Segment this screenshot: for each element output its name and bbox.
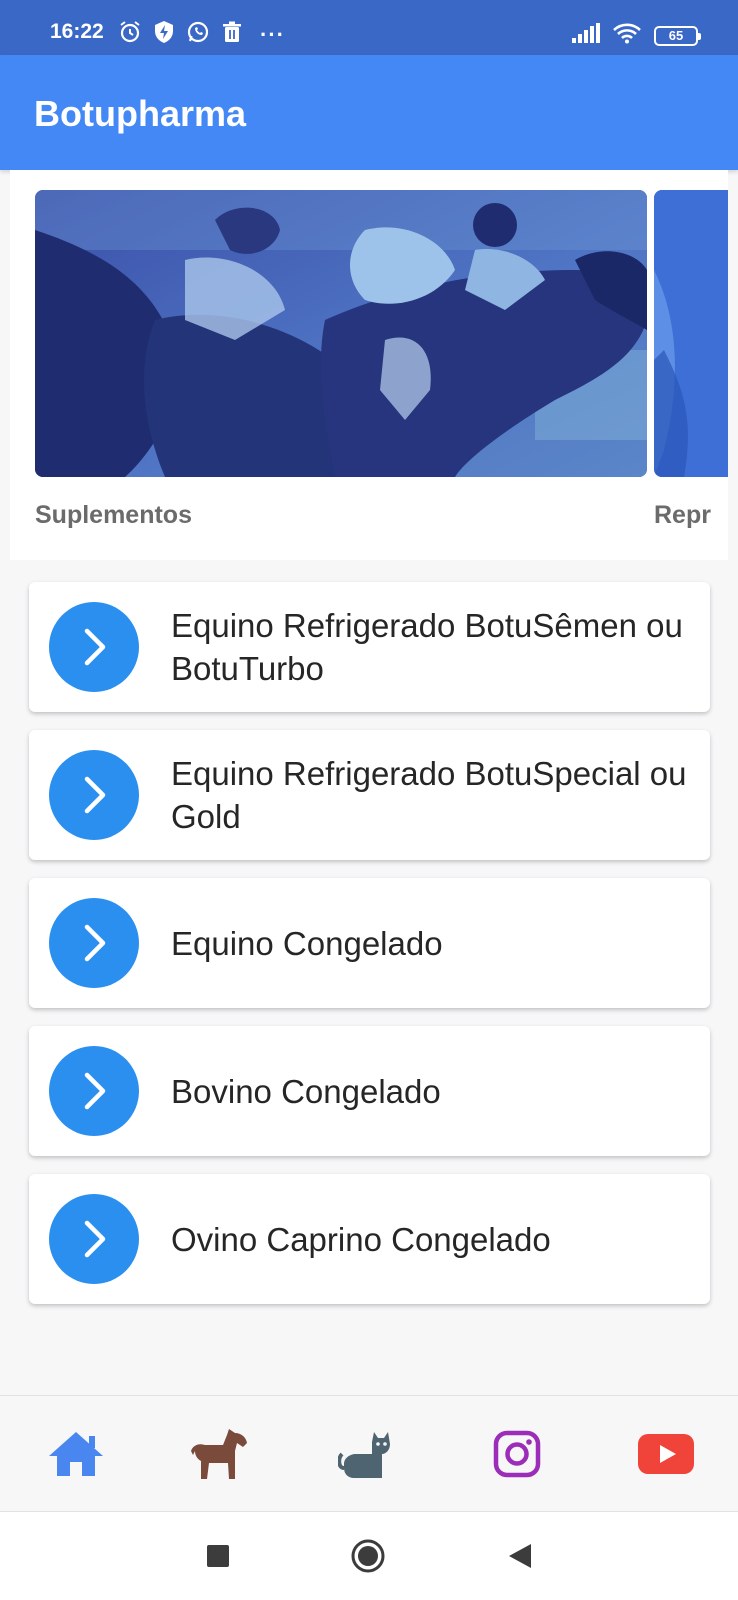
recent-apps-icon — [207, 1545, 229, 1567]
list-item-label: Ovino Caprino Congelado — [171, 1220, 551, 1258]
list-item-label: Equino Congelado — [171, 924, 443, 962]
home-button-icon — [351, 1539, 385, 1573]
category-carousel[interactable]: Suplementos Repr — [10, 170, 728, 560]
signal-icon — [572, 23, 600, 48]
carousel-caption: Repr — [654, 501, 711, 529]
carousel-slide-repr[interactable]: Repr — [654, 190, 728, 530]
instagram-icon — [493, 1430, 541, 1478]
page-title: Botupharma — [34, 93, 247, 134]
app-bar: Botupharma — [0, 55, 738, 170]
wifi-icon — [612, 22, 642, 49]
chevron-right-icon — [49, 602, 139, 692]
blue-photo — [654, 190, 728, 477]
nav-home-button[interactable] — [44, 1424, 108, 1484]
horse-racing-photo — [35, 190, 647, 477]
nav-instagram-button[interactable] — [485, 1424, 549, 1484]
nav-horse-button[interactable] — [188, 1424, 252, 1484]
youtube-icon — [638, 1434, 694, 1474]
list-item[interactable]: Equino Congelado — [29, 878, 710, 1008]
back-button[interactable] — [496, 1532, 544, 1580]
back-icon — [509, 1544, 531, 1568]
trash-icon — [220, 20, 244, 49]
nav-cat-button[interactable] — [334, 1424, 398, 1484]
bottom-navigation — [0, 1395, 738, 1512]
status-icons-left: ··· — [118, 20, 285, 49]
whatsapp-icon — [186, 20, 210, 49]
chevron-right-icon — [49, 750, 139, 840]
list-item[interactable]: Bovino Congelado — [29, 1026, 710, 1156]
status-time: 16:22 — [50, 20, 104, 43]
carousel-slide-suplementos[interactable]: Suplementos — [35, 190, 647, 530]
shield-bolt-icon — [152, 20, 176, 49]
recent-apps-button[interactable] — [194, 1532, 242, 1580]
more-notifications: ··· — [260, 21, 285, 47]
alarm-icon — [118, 20, 142, 49]
list-item[interactable]: Equino Refrigerado BotuSpecial ou Gold — [29, 730, 710, 860]
list-item-label: Bovino Congelado — [171, 1072, 441, 1110]
list-item-label: Equino Refrigerado BotuSpecial ou Gold — [171, 755, 687, 835]
category-list: Equino Refrigerado BotuSêmen ou BotuTurb… — [29, 582, 710, 1322]
status-bar: 16:22 ··· 65 — [0, 0, 738, 55]
chevron-right-icon — [49, 898, 139, 988]
list-item[interactable]: Equino Refrigerado BotuSêmen ou BotuTurb… — [29, 582, 710, 712]
status-icons-right: 65 — [572, 22, 701, 49]
cat-icon — [338, 1432, 390, 1478]
carousel-caption: Suplementos — [35, 501, 192, 529]
home-button[interactable] — [344, 1532, 392, 1580]
chevron-right-icon — [49, 1194, 139, 1284]
battery-icon: 65 — [654, 25, 701, 46]
nav-youtube-button[interactable] — [634, 1424, 698, 1484]
horse-icon — [191, 1429, 247, 1479]
list-item-label: Equino Refrigerado BotuSêmen ou BotuTurb… — [171, 607, 683, 687]
list-item[interactable]: Ovino Caprino Congelado — [29, 1174, 710, 1304]
system-navigation — [0, 1512, 738, 1600]
home-icon — [49, 1432, 103, 1476]
chevron-right-icon — [49, 1046, 139, 1136]
